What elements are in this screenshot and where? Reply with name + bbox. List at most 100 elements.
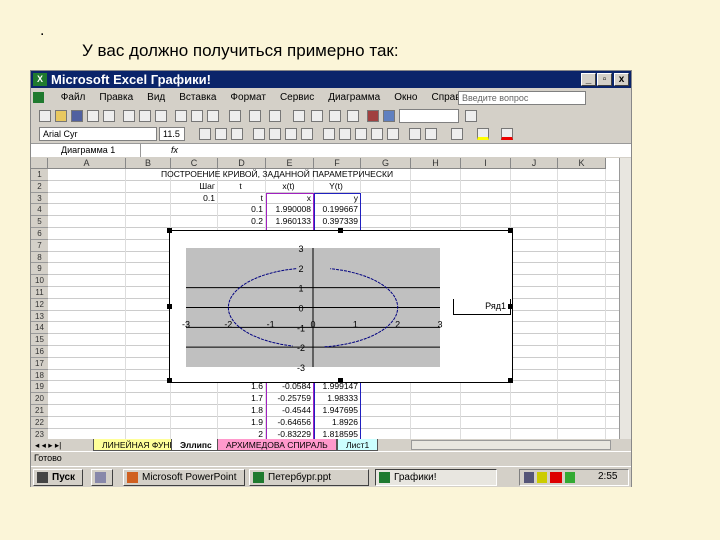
cell-t[interactable]: 2 [218,429,263,439]
sheet-tab[interactable]: Эллипс [171,439,221,451]
menu-file[interactable]: Файл [61,92,86,103]
chart-legend[interactable]: Ряд1 [453,299,511,315]
row-header-13[interactable]: 13 [31,310,48,323]
currency-icon[interactable] [323,128,335,140]
close-button[interactable]: x [614,73,629,86]
font-size-select[interactable]: 11.5 [159,127,185,141]
copy-icon[interactable] [191,110,203,122]
chart-wizard-icon[interactable] [367,110,379,122]
select-all-corner[interactable] [31,158,48,169]
align-center-icon[interactable] [269,128,281,140]
resize-handle[interactable] [338,378,343,383]
cell-c3[interactable]: 0.1 [171,193,215,204]
save-icon[interactable] [71,110,83,122]
comma-icon[interactable] [355,128,367,140]
decrease-indent-icon[interactable] [409,128,421,140]
volume-icon[interactable] [537,472,547,483]
row-header-8[interactable]: 8 [31,251,48,264]
align-left-icon[interactable] [253,128,265,140]
maximize-button[interactable]: ▫ [597,73,612,86]
redo-icon[interactable] [269,110,281,122]
cell-t[interactable]: 1.9 [218,417,263,428]
quick-launch-desktop[interactable] [91,469,113,486]
font-name-select[interactable]: Arial Cyr [39,127,157,141]
menu-edit[interactable]: Правка [99,92,133,103]
italic-icon[interactable] [215,128,227,140]
row-header-15[interactable]: 15 [31,334,48,346]
menu-format[interactable]: Формат [230,92,266,103]
row-header-23[interactable]: 23 [31,428,48,439]
minimize-button[interactable]: _ [581,73,596,86]
underline-icon[interactable] [231,128,243,140]
open-icon[interactable] [55,110,67,122]
drawing-icon[interactable] [383,110,395,122]
menu-chart[interactable]: Диаграмма [328,92,380,103]
increase-decimal-icon[interactable] [371,128,383,140]
menu-tools[interactable]: Сервис [280,92,314,103]
start-button[interactable]: Пуск [33,469,83,486]
horizontal-scrollbar[interactable] [411,440,611,450]
vertical-scrollbar[interactable] [619,158,631,439]
sort-ascending-icon[interactable] [329,110,341,122]
cell-d3[interactable]: t [218,193,263,204]
row-header-6[interactable]: 6 [31,228,48,240]
column-header-a[interactable]: A [48,158,126,169]
row-header-12[interactable]: 12 [31,298,48,311]
cell-d2[interactable]: t [218,181,263,192]
resize-handle[interactable] [338,228,343,233]
tab-scroll-buttons[interactable]: ◂ ◂ ▸ ▸| [35,439,61,451]
row-header-17[interactable]: 17 [31,357,48,370]
task-excel-grafiki[interactable]: Графики! [375,469,497,486]
align-right-icon[interactable] [285,128,297,140]
cut-icon[interactable] [175,110,187,122]
cell-t[interactable]: 0.2 [218,216,263,227]
sort-descending-icon[interactable] [347,110,359,122]
row-header-14[interactable]: 14 [31,322,48,335]
row-header-21[interactable]: 21 [31,405,48,417]
task-excel-peterburg[interactable]: Петербург.ppt [249,469,369,486]
undo-icon[interactable] [249,110,261,122]
resize-handle[interactable] [167,378,172,383]
increase-indent-icon[interactable] [425,128,437,140]
sheet-title-cell[interactable]: ПОСТРОЕНИЕ КРИВОЙ, ЗАДАННОЙ ПАРАМЕТРИЧЕС… [161,169,461,180]
sheet-tab[interactable]: Лист1 [337,439,379,451]
row-header-7[interactable]: 7 [31,239,48,252]
resize-handle[interactable] [508,378,513,383]
resize-handle[interactable] [167,228,172,233]
bold-icon[interactable] [199,128,211,140]
font-color-icon[interactable] [501,128,513,140]
chart-object[interactable]: -3 -2 -1 0 1 2 3 3 2 1 0 -1 -2 -3 Ряд1 [167,228,513,383]
tray-app-icon[interactable] [565,472,575,483]
help-icon[interactable] [465,110,477,122]
row-header-11[interactable]: 11 [31,287,48,299]
permission-icon[interactable] [87,110,99,122]
column-header-j[interactable]: J [511,158,558,169]
row-header-22[interactable]: 22 [31,416,48,429]
sheet-tab[interactable]: АРХИМЕДОВА СПИРАЛЬ [217,439,337,451]
menu-window[interactable]: Окно [394,92,417,103]
name-box[interactable]: Диаграмма 1 [31,144,141,157]
column-header-c[interactable]: C [171,158,218,169]
percent-icon[interactable] [339,128,351,140]
email-icon[interactable] [103,110,115,122]
paste-icon[interactable] [207,110,219,122]
hyperlink-icon[interactable] [293,110,305,122]
print-icon[interactable] [123,110,135,122]
row-header-18[interactable]: 18 [31,369,48,382]
row-header-5[interactable]: 5 [31,216,48,228]
column-header-h[interactable]: H [411,158,461,169]
merge-center-icon[interactable] [301,128,313,140]
cell-f2[interactable]: Y(t) [314,181,358,192]
network-icon[interactable] [524,472,534,483]
menu-insert[interactable]: Вставка [179,92,216,103]
resize-handle[interactable] [508,304,513,309]
column-header-g[interactable]: G [361,158,411,169]
row-header-2[interactable]: 2 [31,180,48,193]
cell-t[interactable]: 1.8 [218,405,263,416]
column-header-e[interactable]: E [266,158,314,169]
row-header-9[interactable]: 9 [31,263,48,276]
column-header-k[interactable]: K [558,158,606,169]
cell-t[interactable]: 0.1 [218,204,263,215]
fill-color-icon[interactable] [477,128,489,140]
format-painter-icon[interactable] [229,110,241,122]
